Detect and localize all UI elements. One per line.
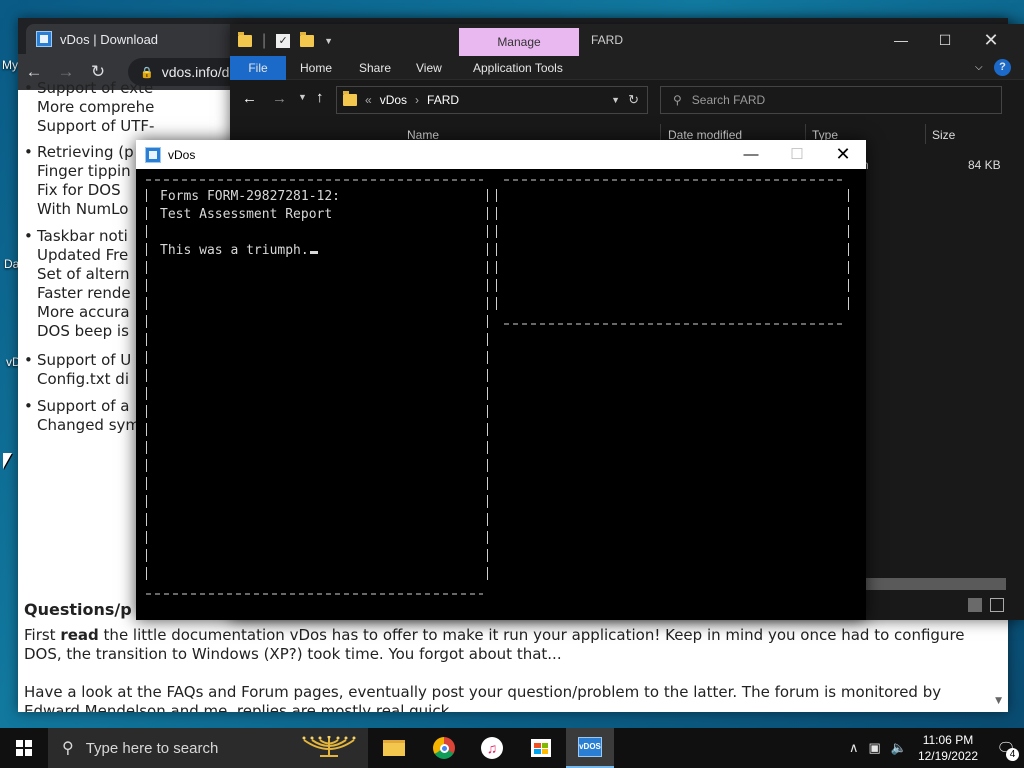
clock[interactable]: 11:06 PM 12/19/2022 xyxy=(918,732,978,764)
notification-count: 4 xyxy=(1006,748,1019,761)
questions-heading: Questions/p xyxy=(24,600,132,619)
vdos-favicon-icon xyxy=(36,31,52,47)
view-toggles xyxy=(866,598,1016,614)
list-item: • Support of U Config.txt di xyxy=(24,351,132,388)
windows-logo-icon xyxy=(16,740,32,756)
explorer-titlebar: | ✓ ▼ Manage FARD — ☐ ✕ xyxy=(230,24,1024,56)
vdos-app-icon xyxy=(145,146,161,163)
file-explorer-icon xyxy=(383,740,405,756)
search-placeholder: Search FARD xyxy=(691,93,766,107)
vdos-titlebar: vDos — ☐ ✕ xyxy=(136,140,866,169)
window-title: FARD xyxy=(591,33,624,47)
refresh-icon[interactable]: ↻ xyxy=(628,92,639,108)
manage-contextual-tab[interactable]: Manage xyxy=(459,28,579,56)
text-cursor xyxy=(309,251,318,254)
recent-locations-icon[interactable]: ▼ xyxy=(298,92,307,102)
search-icon: ⚲ xyxy=(62,740,74,757)
new-folder-icon[interactable] xyxy=(300,32,315,47)
mouse-pointer-icon xyxy=(3,453,12,469)
maximize-icon[interactable]: ☐ xyxy=(774,140,820,169)
column-size[interactable]: Size xyxy=(932,128,955,142)
list-item: • Taskbar noti Updated Fre Set of altern… xyxy=(24,227,131,340)
close-icon[interactable]: ✕ xyxy=(820,140,866,169)
tab-file[interactable]: File xyxy=(230,56,286,80)
clock-date: 12/19/2022 xyxy=(917,749,978,763)
system-tray: ∧ ▣ 🔈 11:06 PM 12/19/2022 🗨 4 xyxy=(844,728,1024,768)
desktop-icon-label[interactable]: My xyxy=(2,58,18,72)
dos-screen[interactable]: Forms FORM-29827281-12: Test Assessment … xyxy=(136,169,866,620)
tab-title: vDos | Download xyxy=(60,31,159,47)
vdos-icon: vDOS xyxy=(578,737,602,757)
up-arrow-icon[interactable]: ↑ xyxy=(316,89,324,106)
minimize-icon[interactable]: — xyxy=(728,140,774,169)
taskbar-vdos[interactable]: vDOS xyxy=(566,728,614,768)
large-icons-view-icon[interactable] xyxy=(990,598,1004,612)
minimize-icon[interactable]: — xyxy=(878,24,924,56)
chrome-icon xyxy=(433,737,455,759)
dos-line-with-cursor: This was a triumph. xyxy=(160,242,318,260)
tab-application-tools[interactable]: Application Tools xyxy=(473,56,563,80)
scroll-down-icon[interactable]: ▼ xyxy=(995,696,1002,706)
taskbar-chrome[interactable] xyxy=(420,728,468,768)
taskbar-file-explorer[interactable] xyxy=(370,728,418,768)
taskbar-itunes[interactable]: ♫ xyxy=(468,728,516,768)
customize-dropdown-icon[interactable]: ▼ xyxy=(324,36,333,46)
vdos-window: vDos — ☐ ✕ Forms FORM-29827281-12: Test … xyxy=(136,140,866,620)
network-icon[interactable]: ▣ xyxy=(868,740,880,756)
file-size-cell[interactable]: 84 KB xyxy=(968,158,1001,172)
lock-icon: 🔒 xyxy=(140,66,154,79)
action-center-button[interactable]: 🗨 4 xyxy=(988,728,1024,768)
dos-line: Test Assessment Report xyxy=(160,207,333,222)
window-title: vDos xyxy=(168,147,196,162)
ribbon-tabs: File Home Share View Application Tools ⌵… xyxy=(230,56,1024,80)
back-arrow-icon[interactable]: ← xyxy=(242,90,257,107)
taskbar: ⚲ Type here to search ♫ vDOS ∧ ▣ 🔈 11:06… xyxy=(0,728,1024,768)
search-placeholder: Type here to search xyxy=(85,739,219,757)
expand-ribbon-icon[interactable]: ⌵ xyxy=(975,56,983,80)
details-view-icon[interactable] xyxy=(968,598,982,612)
horizontal-scrollbar[interactable] xyxy=(866,578,1006,590)
search-icon: ⚲ xyxy=(673,93,682,107)
volume-icon[interactable]: 🔈 xyxy=(891,740,907,756)
paragraph: First read the little documentation vDos… xyxy=(24,626,965,663)
breadcrumb-fard[interactable]: FARD xyxy=(427,93,459,107)
address-row: ← → ▼ ↑ « vDos › FARD ▼ ↻ ⚲ Search FARD xyxy=(230,80,1024,120)
tab-share[interactable]: Share xyxy=(359,56,391,80)
folder-icon[interactable] xyxy=(238,32,252,47)
taskbar-store[interactable] xyxy=(517,728,565,768)
list-item: • Support of a Changed sym xyxy=(24,397,141,434)
quick-access-toolbar: | ✓ ▼ xyxy=(238,32,333,50)
properties-icon[interactable]: ✓ xyxy=(276,34,291,48)
maximize-icon[interactable]: ☐ xyxy=(922,24,968,56)
store-icon xyxy=(531,739,551,757)
forward-arrow-icon[interactable]: → xyxy=(272,90,287,107)
dos-line: Forms FORM-29827281-12: xyxy=(160,189,341,204)
clock-time: 11:06 PM xyxy=(922,733,974,747)
breadcrumb-vdos[interactable]: vDos xyxy=(380,93,407,107)
text-frames xyxy=(146,179,849,595)
url-text: vdos.info/d xyxy=(161,64,230,80)
folder-icon xyxy=(343,91,357,106)
list-item: • Support of external (no More comprehen… xyxy=(24,79,154,135)
tab-home[interactable]: Home xyxy=(300,56,332,80)
start-button[interactable] xyxy=(0,728,48,768)
address-dropdown-icon[interactable]: ▼ xyxy=(611,95,620,105)
menorah-icon[interactable] xyxy=(300,735,358,760)
itunes-icon: ♫ xyxy=(481,737,503,759)
close-icon[interactable]: ✕ xyxy=(968,24,1014,56)
taskbar-search[interactable]: ⚲ Type here to search xyxy=(48,728,368,768)
paragraph: Have a look at the FAQs and Forum pages,… xyxy=(24,683,942,712)
tab-view[interactable]: View xyxy=(416,56,442,80)
search-box[interactable]: ⚲ Search FARD xyxy=(660,86,1002,114)
address-bar[interactable]: « vDos › FARD ▼ ↻ xyxy=(336,86,648,114)
list-item: • Retrieving (p Finger tippin Fix for DO… xyxy=(24,143,134,218)
help-icon[interactable]: ? xyxy=(994,59,1011,76)
chevron-up-icon[interactable]: ∧ xyxy=(849,740,859,756)
